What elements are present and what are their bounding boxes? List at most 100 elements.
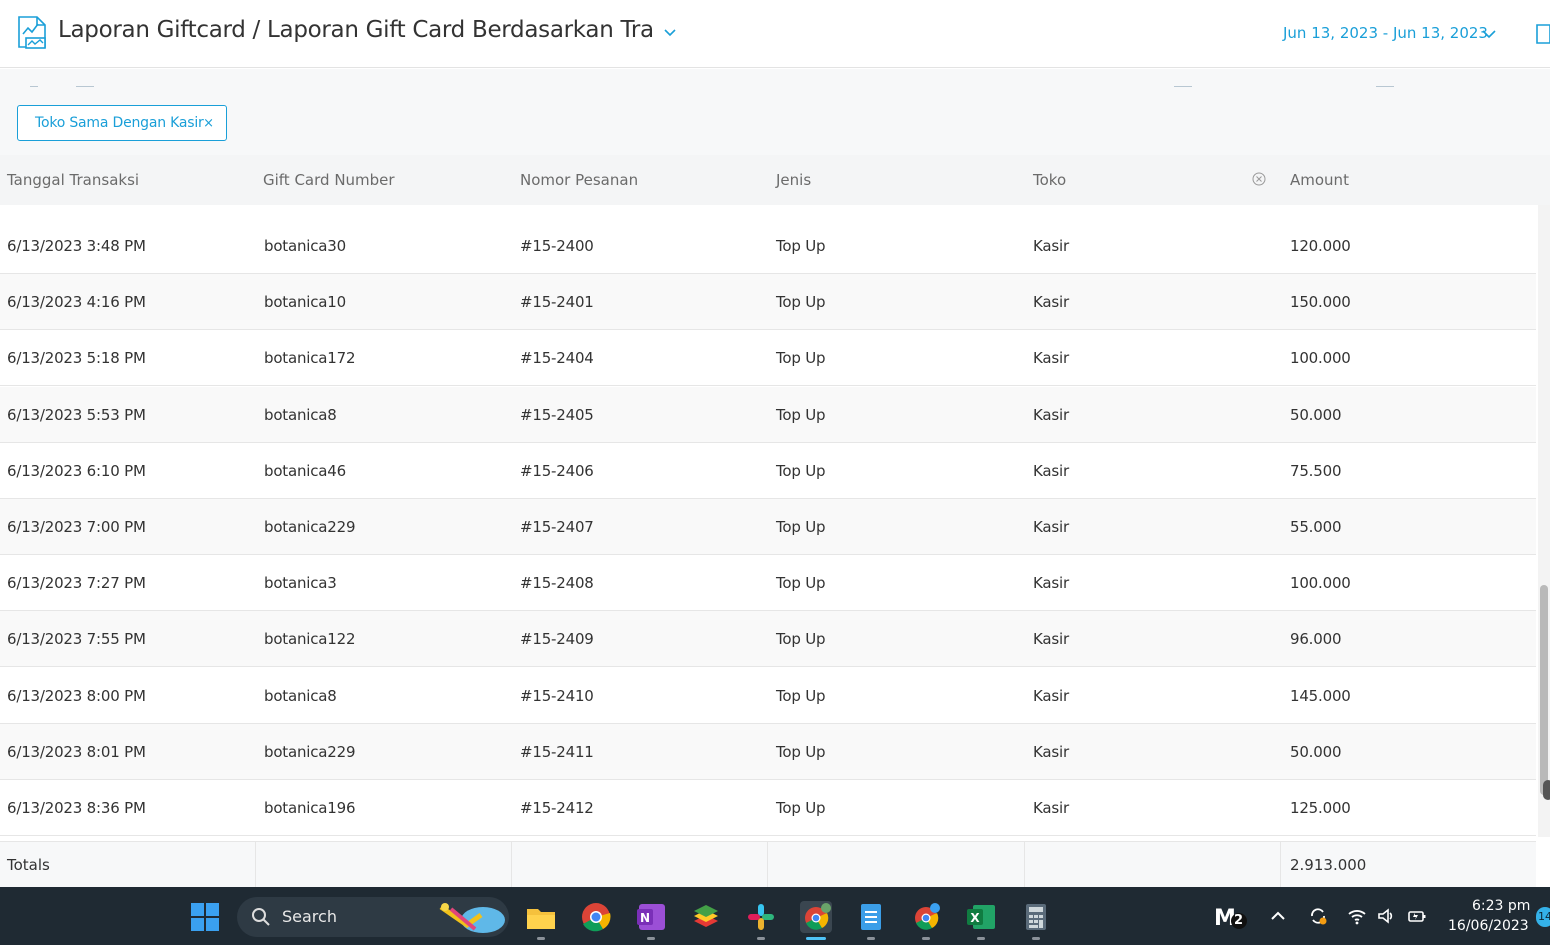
cell-jenis: Top Up: [776, 574, 826, 593]
onenote-icon[interactable]: N: [635, 901, 667, 933]
chevron-up-icon[interactable]: [1268, 906, 1288, 926]
divider: [1024, 842, 1025, 888]
cell-gift-card-number: botanica10: [264, 293, 346, 312]
running-indicator: [922, 937, 930, 940]
chrome-profile-icon[interactable]: [910, 901, 942, 933]
cell-gift-card-number: botanica8: [264, 405, 337, 424]
vertical-scrollbar[interactable]: [1538, 205, 1550, 837]
close-icon[interactable]: ×: [203, 116, 214, 131]
cell-jenis: Top Up: [776, 237, 826, 255]
cell-amount: 150.000: [1290, 293, 1351, 312]
chevron-down-icon[interactable]: [662, 24, 678, 40]
divider: [255, 842, 256, 888]
cell-nomor-pesanan: #15-2407: [520, 518, 594, 536]
cell-toko: Kasir: [1033, 742, 1069, 761]
table-header: Tanggal Transaksi Gift Card Number Nomor…: [0, 155, 1550, 205]
taskbar-search[interactable]: Search: [237, 897, 509, 937]
table-row[interactable]: 6/13/2023 7:55 PM botanica122 #15-2409 Top …: [0, 611, 1536, 668]
cell-jenis: Top Up: [776, 686, 826, 705]
clock-time[interactable]: 6:23 pm: [1472, 898, 1530, 914]
cell-toko: Kasir: [1033, 686, 1069, 705]
table-row[interactable]: 6/13/2023 3:48 PM botanica30 #15-2400 Top U…: [0, 218, 1536, 274]
column-header-amount[interactable]: Amount: [1290, 171, 1349, 189]
windows-start-icon[interactable]: [189, 901, 221, 933]
report-title[interactable]: Laporan Giftcard / Laporan Gift Card Ber…: [58, 17, 654, 43]
notification-badge[interactable]: 14: [1536, 907, 1550, 927]
scroll-handle[interactable]: [1543, 780, 1550, 800]
cell-toko: Kasir: [1033, 518, 1069, 536]
table-row[interactable]: 6/13/2023 4:16 PM botanica10 #15-2401 Top U…: [0, 274, 1536, 331]
excel-icon[interactable]: X: [965, 901, 997, 933]
file-explorer-icon[interactable]: [525, 901, 557, 933]
column-header-tanggal[interactable]: Tanggal Transaksi: [7, 171, 139, 189]
cell-nomor-pesanan: #15-2404: [520, 349, 594, 368]
battery-icon[interactable]: [1407, 906, 1427, 926]
cell-toko: Kasir: [1033, 574, 1069, 593]
sync-icon[interactable]: [1308, 906, 1328, 926]
cell-nomor-pesanan: #15-2409: [520, 630, 594, 649]
chevron-down-icon[interactable]: [1480, 25, 1498, 43]
chrome-icon[interactable]: [580, 901, 612, 933]
notepad-icon[interactable]: [855, 901, 887, 933]
calculator-icon[interactable]: [1020, 901, 1052, 933]
table-row[interactable]: 6/13/2023 8:00 PM botanica8 #15-2410 Top Up…: [0, 668, 1536, 724]
cell-gift-card-number: botanica229: [264, 742, 356, 761]
cell-amount: 100.000: [1290, 349, 1351, 368]
cell-nomor-pesanan: #15-2410: [520, 686, 594, 705]
report-chart-icon: [18, 16, 46, 49]
cell-amount: 50.000: [1290, 742, 1342, 761]
export-icon[interactable]: [1534, 22, 1550, 46]
divider: [511, 842, 512, 888]
svg-text:N: N: [640, 911, 650, 925]
clock-date[interactable]: 16/06/2023: [1448, 918, 1529, 934]
table-row[interactable]: 6/13/2023 8:01 PM botanica229 #15-2411 Top …: [0, 723, 1536, 780]
table-body: 6/13/2023 3:48 PM botanica30 #15-2400 Top U…: [0, 218, 1536, 838]
cell-tanggal: 6/13/2023 7:55 PM: [7, 630, 146, 649]
column-header-gift-card-number[interactable]: Gift Card Number: [263, 171, 395, 189]
table-row[interactable]: 6/13/2023 8:36 PM botanica196 #15-2412 Top …: [0, 780, 1536, 836]
cell-jenis: Top Up: [776, 405, 826, 424]
cell-jenis: Top Up: [776, 461, 826, 480]
cell-jenis: Top Up: [776, 630, 826, 649]
table-row[interactable]: 6/13/2023 7:27 PM botanica3 #15-2408 Top Up…: [0, 555, 1536, 612]
bluestacks-icon[interactable]: [690, 901, 722, 933]
cell-gift-card-number: botanica30: [264, 237, 346, 255]
filter-bar: Toko Sama Dengan Kasir ×: [0, 69, 1550, 155]
m2-app-icon[interactable]: M: [1214, 901, 1250, 933]
filter-chip-toko[interactable]: Toko Sama Dengan Kasir ×: [17, 105, 227, 141]
table-row[interactable]: 6/13/2023 5:53 PM botanica8 #15-2405 Top Up…: [0, 386, 1536, 443]
cell-gift-card-number: botanica172: [264, 349, 356, 368]
cell-toko: Kasir: [1033, 237, 1069, 255]
clear-filter-icon[interactable]: [1252, 172, 1266, 186]
cell-toko: Kasir: [1033, 799, 1069, 817]
cell-tanggal: 6/13/2023 7:27 PM: [7, 574, 146, 593]
running-indicator: [867, 937, 875, 940]
totals-amount: 2.913.000: [1290, 856, 1367, 874]
wifi-icon[interactable]: [1347, 906, 1367, 926]
column-header-jenis[interactable]: Jenis: [776, 171, 811, 189]
cell-jenis: Top Up: [776, 742, 826, 761]
cell-nomor-pesanan: #15-2411: [520, 742, 594, 761]
cell-toko: Kasir: [1033, 461, 1069, 480]
table-row[interactable]: 6/13/2023 6:10 PM botanica46 #15-2406 Top U…: [0, 443, 1536, 499]
cell-jenis: Top Up: [776, 799, 826, 817]
cell-gift-card-number: botanica196: [264, 799, 356, 817]
cell-toko: Kasir: [1033, 349, 1069, 368]
running-indicator: [757, 937, 765, 940]
slack-icon[interactable]: [745, 901, 777, 933]
filter-remnant: [1376, 81, 1394, 87]
cell-amount: 120.000: [1290, 237, 1351, 255]
column-header-toko[interactable]: Toko: [1033, 171, 1066, 189]
cell-toko: Kasir: [1033, 630, 1069, 649]
report-header: Laporan Giftcard / Laporan Gift Card Ber…: [0, 0, 1550, 68]
volume-icon[interactable]: [1376, 906, 1396, 926]
scrollbar-thumb[interactable]: [1540, 585, 1548, 795]
divider: [1280, 842, 1281, 888]
column-header-nomor-pesanan[interactable]: Nomor Pesanan: [520, 171, 638, 189]
cell-nomor-pesanan: #15-2406: [520, 461, 594, 480]
table-row[interactable]: 6/13/2023 7:00 PM botanica229 #15-2407 Top …: [0, 499, 1536, 555]
chrome-profile-icon[interactable]: [800, 901, 832, 933]
date-range-picker[interactable]: Jun 13, 2023 - Jun 13, 2023: [1283, 24, 1488, 42]
cell-toko: Kasir: [1033, 405, 1069, 424]
table-row[interactable]: 6/13/2023 5:18 PM botanica172 #15-2404 Top …: [0, 330, 1536, 387]
